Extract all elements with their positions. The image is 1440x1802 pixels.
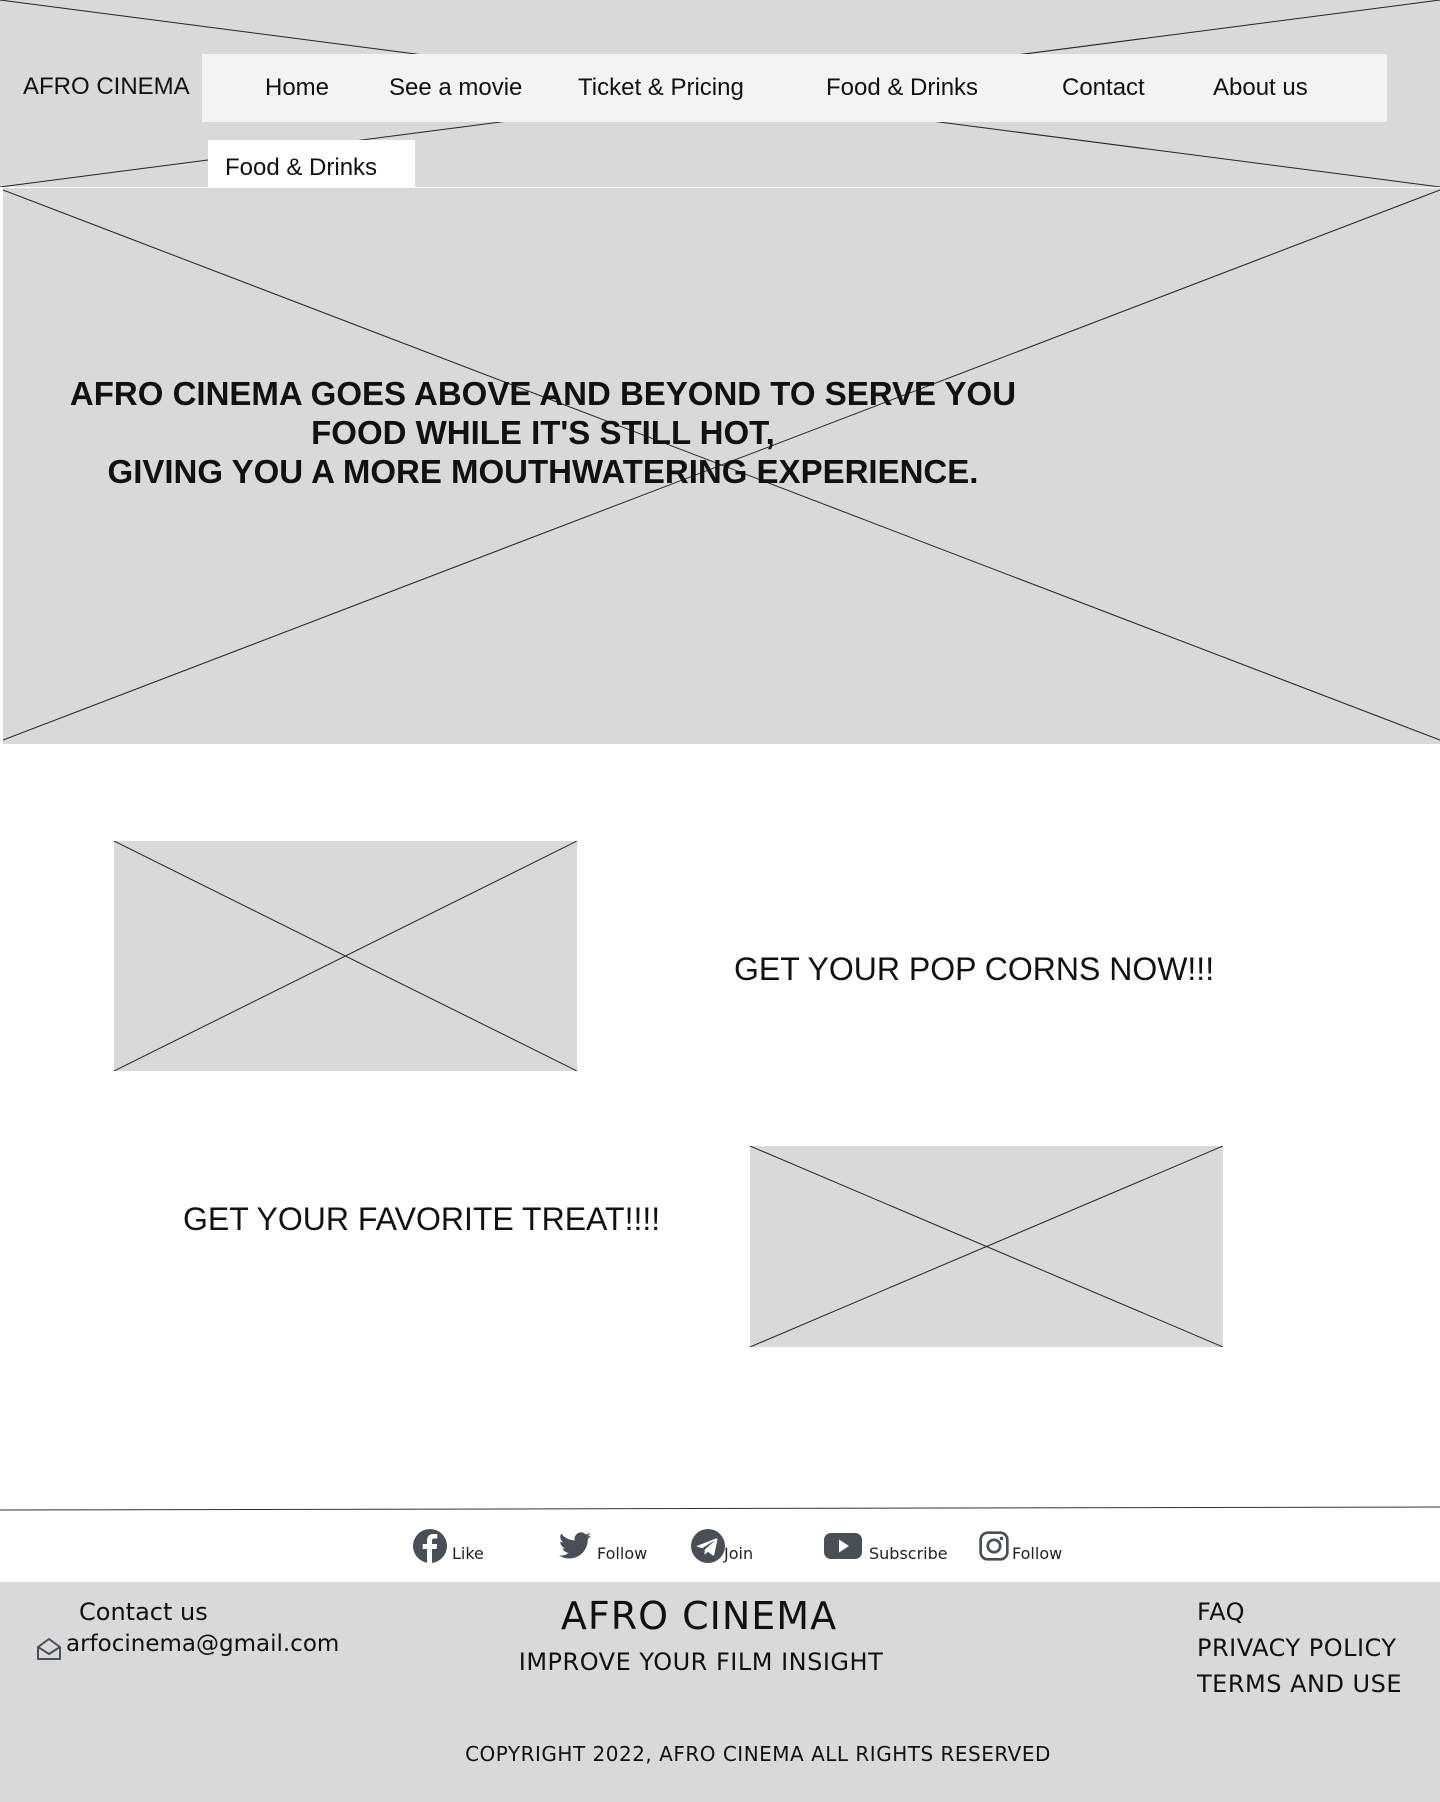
hero-banner: AFRO CINEMA GOES ABOVE AND BEYOND TO SER…: [3, 188, 1440, 744]
nav-dropdown: Food & Drinks: [208, 140, 415, 187]
telegram-icon: [691, 1529, 725, 1563]
hero-headline: AFRO CINEMA GOES ABOVE AND BEYOND TO SER…: [3, 374, 1323, 491]
main-nav: Home See a movie Ticket & Pricing Food &…: [202, 54, 1387, 122]
dropdown-item-food-drinks[interactable]: Food & Drinks: [225, 154, 377, 182]
instagram-icon: [979, 1531, 1009, 1561]
site-logo[interactable]: AFRO CINEMA: [23, 73, 190, 101]
facebook-icon: [413, 1529, 447, 1563]
hero-line-3: GIVING YOU A MORE MOUTHWATERING EXPERIEN…: [107, 453, 979, 490]
hero-line-1: AFRO CINEMA GOES ABOVE AND BEYOND TO SER…: [69, 375, 1017, 412]
social-telegram[interactable]: Join: [690, 1528, 753, 1564]
social-instagram-label: Follow: [1012, 1543, 1063, 1563]
nav-food-drinks[interactable]: Food & Drinks: [826, 74, 978, 102]
footer-link-privacy-policy[interactable]: PRIVACY POLICY: [1197, 1634, 1397, 1662]
social-telegram-label: Join: [724, 1543, 754, 1563]
site-footer: Contact us arfocinema@gmail.com AFRO CIN…: [0, 1582, 1440, 1802]
popcorn-promo-text: GET YOUR POP CORNS NOW!!!: [734, 951, 1215, 987]
popcorn-image-placeholder: [114, 841, 577, 1071]
treat-image-placeholder: [750, 1146, 1223, 1347]
social-youtube-label: Subscribe: [869, 1543, 948, 1563]
nav-contact[interactable]: Contact: [1062, 74, 1145, 102]
hero-line-2: FOOD WHILE IT'S STILL HOT,: [311, 414, 775, 451]
footer-brand: AFRO CINEMA: [560, 1594, 838, 1638]
site-header: AFRO CINEMA Home See a movie Ticket & Pr…: [0, 0, 1440, 187]
nav-see-a-movie[interactable]: See a movie: [389, 74, 522, 102]
social-youtube[interactable]: Subscribe: [823, 1528, 948, 1564]
footer-link-terms-and-use[interactable]: TERMS AND USE: [1197, 1670, 1402, 1698]
twitter-icon: [559, 1532, 591, 1559]
section-divider: [0, 1506, 1440, 1511]
social-facebook-label: Like: [452, 1543, 484, 1563]
youtube-icon: [824, 1533, 862, 1559]
footer-tagline: IMPROVE YOUR FILM INSIGHT: [518, 1648, 884, 1676]
nav-ticket-pricing[interactable]: Ticket & Pricing: [578, 74, 744, 102]
social-twitter-label: Follow: [597, 1543, 648, 1563]
nav-about-us[interactable]: About us: [1213, 74, 1308, 102]
social-facebook[interactable]: Like: [412, 1528, 484, 1564]
nav-home[interactable]: Home: [265, 74, 329, 102]
footer-copyright: COPYRIGHT 2022, AFRO CINEMA ALL RIGHTS R…: [465, 1742, 1051, 1766]
social-instagram[interactable]: Follow: [978, 1528, 1062, 1564]
social-twitter[interactable]: Follow: [557, 1528, 647, 1564]
footer-link-faq[interactable]: FAQ: [1197, 1598, 1245, 1626]
treat-promo-text: GET YOUR FAVORITE TREAT!!!!: [183, 1201, 661, 1237]
